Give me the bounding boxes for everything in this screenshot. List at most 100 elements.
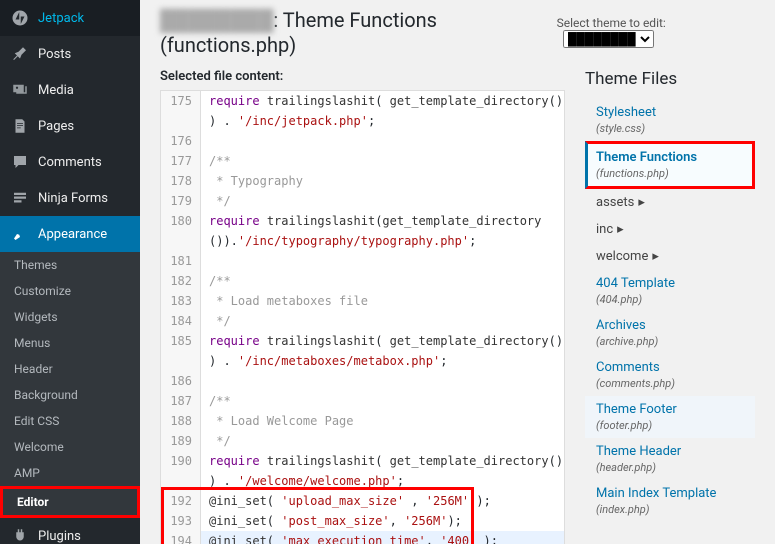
code-line[interactable]: 183 * Load metaboxes file [161,291,564,311]
code-line[interactable]: 177/** [161,151,564,171]
file-sub: (404.php) [596,293,747,306]
line-number: 188 [161,411,201,431]
folder-label: inc [596,222,613,237]
pin-icon [10,44,30,64]
file-link[interactable]: Main Index Template [596,486,716,501]
submenu-customize[interactable]: Customize [0,278,140,304]
code-content[interactable]: require trailingslashit(get_template_dir… [201,211,564,251]
file-item[interactable]: Theme Functions (functions.php) [585,141,755,189]
file-item[interactable]: Theme Footer(footer.php) [585,396,755,438]
code-content[interactable]: * Load Welcome Page [201,411,564,431]
code-line[interactable]: 176 [161,131,564,151]
line-number: 190 [161,451,201,491]
file-item[interactable]: Stylesheet(style.css) [585,99,755,141]
submenu-editor[interactable]: Editor [0,486,140,518]
folder-item[interactable]: assets ▸ [585,189,755,216]
file-item[interactable]: Archives (archive.php) [585,312,755,354]
code-line[interactable]: 186 [161,371,564,391]
menu-pages[interactable]: Pages [0,108,140,144]
code-line[interactable]: 185require trailingslashit( get_template… [161,331,564,371]
menu-label: Jetpack [38,11,84,26]
file-link[interactable]: Theme Footer [596,402,677,417]
menu-ninja-forms[interactable]: Ninja Forms [0,180,140,216]
code-content[interactable] [201,131,564,151]
code-line[interactable]: 182/** [161,271,564,291]
file-link[interactable]: Theme Functions [596,150,697,165]
submenu-header[interactable]: Header [0,356,140,382]
line-number: 192 [161,491,201,511]
code-line[interactable]: 175require trailingslashit( get_template… [161,91,564,131]
menu-label: Pages [38,119,74,134]
file-item[interactable]: Theme Header (header.php) [585,438,755,480]
menu-plugins[interactable]: Plugins [0,518,140,544]
plugin-icon [10,526,30,544]
file-sub: (functions.php) [596,167,744,180]
code-content[interactable] [201,371,564,391]
code-line[interactable]: 184 */ [161,311,564,331]
code-editor[interactable]: 175require trailingslashit( get_template… [160,90,565,544]
code-line[interactable]: 193@ini_set( 'post_max_size', '256M'); [161,511,564,531]
line-number: 183 [161,291,201,311]
menu-label: Appearance [38,227,107,242]
menu-jetpack[interactable]: Jetpack [0,0,140,36]
menu-appearance[interactable]: Appearance [0,216,140,252]
file-sub: (header.php) [596,461,747,474]
line-number: 177 [161,151,201,171]
code-line[interactable]: 181 [161,251,564,271]
code-content[interactable]: @ini_set( 'post_max_size', '256M'); [201,511,564,531]
code-content[interactable]: require trailingslashit( get_template_di… [201,451,564,491]
file-link[interactable]: Archives [596,318,646,333]
code-content[interactable]: * Load metaboxes file [201,291,564,311]
chevron-right-icon: ▸ [617,222,624,237]
code-line[interactable]: 178 * Typography [161,171,564,191]
folder-label: assets [596,195,634,210]
submenu-welcome[interactable]: Welcome [0,434,140,460]
code-line[interactable]: 194@ini_set( 'max_execution_time', '400'… [161,531,564,544]
code-content[interactable] [201,251,564,271]
folder-item[interactable]: welcome ▸ [585,243,755,270]
code-content[interactable]: require trailingslashit( get_template_di… [201,331,564,371]
code-line[interactable]: 188 * Load Welcome Page [161,411,564,431]
code-line[interactable]: 180require trailingslashit(get_template_… [161,211,564,251]
code-content[interactable]: /** [201,271,564,291]
folder-item[interactable]: inc ▸ [585,216,755,243]
code-content[interactable]: @ini_set( 'max_execution_time', '400' ); [201,531,564,544]
page-title: ████████: Theme Functions (functions.php… [160,8,557,57]
form-icon [10,188,30,208]
code-content[interactable]: /** [201,391,564,411]
code-content[interactable]: /** [201,151,564,171]
code-line[interactable]: 192@ini_set( 'upload_max_size' , '256M' … [161,491,564,511]
code-content[interactable]: require trailingslashit( get_template_di… [201,91,564,131]
file-link[interactable]: Comments [596,360,660,375]
code-content[interactable]: */ [201,431,564,451]
file-link[interactable]: Stylesheet [596,105,656,120]
file-link[interactable]: 404 Template [596,276,675,291]
menu-comments[interactable]: Comments [0,144,140,180]
submenu-themes[interactable]: Themes [0,252,140,278]
code-content[interactable]: */ [201,191,564,211]
code-line[interactable]: 179 */ [161,191,564,211]
submenu-menus[interactable]: Menus [0,330,140,356]
submenu-background[interactable]: Background [0,382,140,408]
file-item[interactable]: Main Index Template(index.php) [585,480,755,522]
menu-media[interactable]: Media [0,72,140,108]
menu-posts[interactable]: Posts [0,36,140,72]
code-line[interactable]: 190require trailingslashit( get_template… [161,451,564,491]
menu-label: Media [38,83,74,98]
file-item[interactable]: Comments(comments.php) [585,354,755,396]
code-content[interactable]: */ [201,311,564,331]
file-sub: (archive.php) [596,335,747,348]
code-content[interactable]: * Typography [201,171,564,191]
file-link[interactable]: Theme Header [596,444,681,459]
line-number: 184 [161,311,201,331]
submenu-amp[interactable]: AMP [0,460,140,486]
theme-select[interactable]: ████████ [563,30,654,48]
file-item[interactable]: 404 Template (404.php) [585,270,755,312]
chevron-right-icon: ▸ [652,249,659,264]
code-line[interactable]: 189 */ [161,431,564,451]
submenu-edit-css[interactable]: Edit CSS [0,408,140,434]
submenu-widgets[interactable]: Widgets [0,304,140,330]
code-content[interactable]: @ini_set( 'upload_max_size' , '256M' ); [201,491,564,511]
code-line[interactable]: 187/** [161,391,564,411]
select-theme-label: Select theme to edit: [557,16,666,30]
